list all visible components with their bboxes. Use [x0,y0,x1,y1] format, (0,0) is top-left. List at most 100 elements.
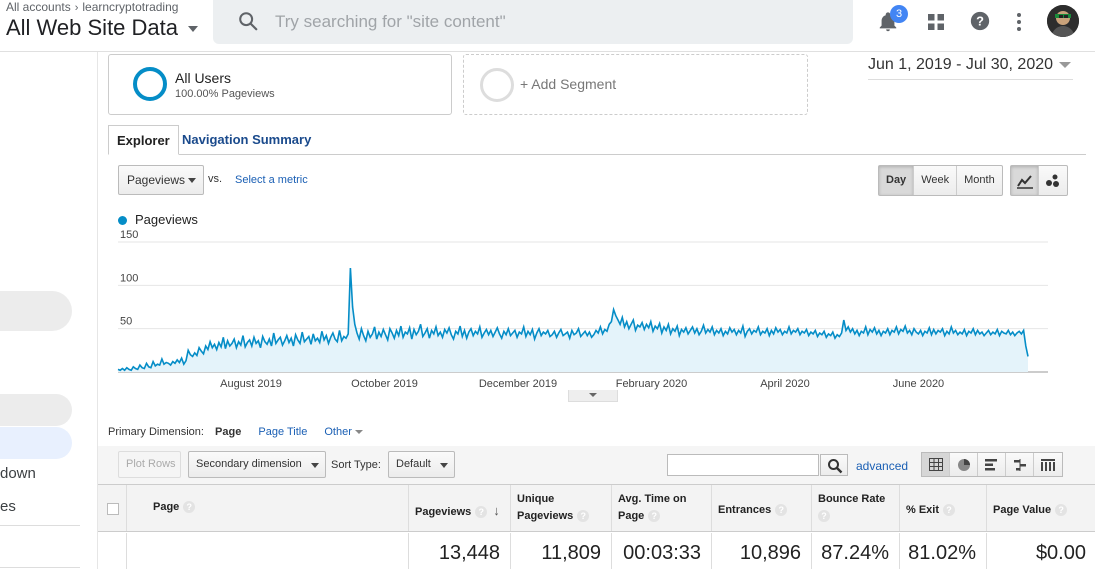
totals-entrances: 10,896 [712,533,812,569]
nav-item-label[interactable]: es [0,498,16,515]
granularity-day-button[interactable]: Day [879,166,915,195]
x-tick-label: December 2019 [479,378,557,390]
left-nav: down es [0,52,80,569]
line-chart-icon[interactable] [1011,166,1039,195]
sort-type-label: Sort Type: [331,459,381,471]
apps-grid-icon[interactable] [927,13,945,31]
totals-row: 13,448 11,809 00:03:33 10,896 87.24% 81.… [98,533,1095,569]
col-header-entrances[interactable]: Entrances? [712,485,812,531]
col-header-unique-pageviews[interactable]: Unique Pageviews? [511,485,612,531]
nav-item-highlight[interactable] [0,291,72,331]
more-vert-icon[interactable] [1015,11,1023,33]
legend-label: Pageviews [135,212,198,227]
nav-item[interactable] [0,394,72,426]
date-range-label: Jun 1, 2019 - Jul 30, 2020 [868,56,1054,73]
help-icon[interactable]: ? [183,501,196,514]
primary-dimension-other[interactable]: Other [324,426,363,438]
nav-item-selected[interactable] [0,427,72,459]
segment-name: All Users [175,70,232,86]
chart-legend: Pageviews [118,212,198,227]
pageviews-line-chart: 50 100 150 August 2019 October 2019 December … [117,229,1048,390]
search-input[interactable] [275,8,835,36]
col-header-page[interactable]: Page? [127,485,409,531]
advanced-filter-link[interactable]: advanced [856,459,908,473]
divider [0,525,80,526]
nav-item-label[interactable]: down [0,465,36,482]
pivot-view-icon[interactable] [1034,453,1062,476]
series-area [118,268,1028,372]
col-header-label: Pageviews [415,506,472,518]
x-tick-label: April 2020 [760,378,810,390]
tab-explorer[interactable]: Explorer [108,125,179,155]
secondary-dimension-label: Secondary dimension [196,458,302,470]
help-icon[interactable]: ? [475,506,488,519]
tab-navigation-summary[interactable]: Navigation Summary [174,125,319,155]
search-icon [239,12,258,31]
col-header-exit[interactable]: % Exit? [900,485,987,531]
caret-down-icon [188,178,196,183]
sort-type-dropdown[interactable]: Default [388,451,455,478]
segment-subtitle: 100.00% Pageviews [175,88,275,100]
property-view-name[interactable]: All Web Site Data [6,15,178,40]
chart-type-toggle [1010,165,1068,196]
secondary-dimension-dropdown[interactable]: Secondary dimension [188,451,326,478]
caret-down-icon [440,463,448,468]
performance-view-icon[interactable] [978,453,1006,476]
granularity-toggle: Day Week Month [878,165,1003,196]
search-bar[interactable] [213,0,853,44]
col-header-page-value[interactable]: Page Value? [987,485,1095,531]
help-icon[interactable]: ? [775,504,788,517]
primary-dimension-bar: Primary Dimension: Page Page Title Other [108,426,377,438]
col-header-avg-time-on-page[interactable]: Avg. Time on Page? [612,485,712,531]
divider [0,567,80,568]
breadcrumb-account[interactable]: learncryptotrading [82,0,178,14]
segment-all-users[interactable]: All Users 100.00% Pageviews [108,54,452,115]
comparison-view-icon[interactable] [1006,453,1034,476]
col-header-pageviews[interactable]: Pageviews? ↓ [409,485,511,531]
granularity-week-button[interactable]: Week [914,166,958,195]
help-icon[interactable]: ? [818,510,830,523]
table-filter-search-button[interactable] [820,454,848,476]
help-icon[interactable]: ? [1055,504,1068,517]
totals-page-value: $0.00 [1035,542,1086,564]
breadcrumb[interactable]: All accounts › learncryptotrading [6,0,178,14]
table-filter-input[interactable] [667,454,819,476]
help-icon[interactable]: ? [577,510,590,523]
table-view-toggle [921,452,1063,477]
breadcrumb-root[interactable]: All accounts [6,0,71,14]
totals-avg-time-on-page: 00:03:33 [612,533,712,569]
segment-ring-icon [480,68,514,102]
help-icon[interactable]: ? [943,504,956,517]
metric-selector[interactable]: Pageviews [118,165,204,195]
col-header-bounce-rate[interactable]: Bounce Rate? [812,485,900,531]
help-icon[interactable]: ? [969,10,991,32]
chevron-right-icon: › [74,2,79,14]
property-view-selector[interactable]: All Web Site Data [6,15,199,41]
chart-collapse-handle[interactable] [568,390,618,402]
vs-label: vs. [208,173,223,185]
plot-rows-button[interactable]: Plot Rows [118,451,181,478]
search-icon [828,459,843,474]
notification-badge: 3 [890,5,908,23]
table-view-icon[interactable] [922,453,950,476]
col-header-label: Page Value [993,504,1052,516]
col-header-label: Entrances [718,504,772,516]
primary-dimension-page-title[interactable]: Page Title [258,426,307,438]
add-segment-button[interactable]: + Add Segment [463,54,808,115]
x-tick-label: February 2020 [616,378,688,390]
totals-unique-pageviews: 11,809 [511,533,612,569]
avatar[interactable] [1047,5,1079,37]
granularity-month-button[interactable]: Month [957,166,1002,195]
y-tick-label: 50 [120,316,132,328]
metric-selector-label: Pageviews [127,173,186,187]
select-metric-link[interactable]: Select a metric [235,174,308,186]
caret-down-icon [1059,61,1072,68]
pie-view-icon[interactable] [950,453,978,476]
help-icon[interactable]: ? [648,510,661,523]
motion-chart-icon[interactable] [1039,166,1067,195]
primary-dimension-current: Page [215,426,242,438]
date-range-picker[interactable]: Jun 1, 2019 - Jul 30, 2020 [868,56,1073,80]
col-header-label: % Exit [906,504,940,516]
select-all-checkbox[interactable] [107,503,119,515]
x-tick-label: August 2019 [220,378,282,390]
